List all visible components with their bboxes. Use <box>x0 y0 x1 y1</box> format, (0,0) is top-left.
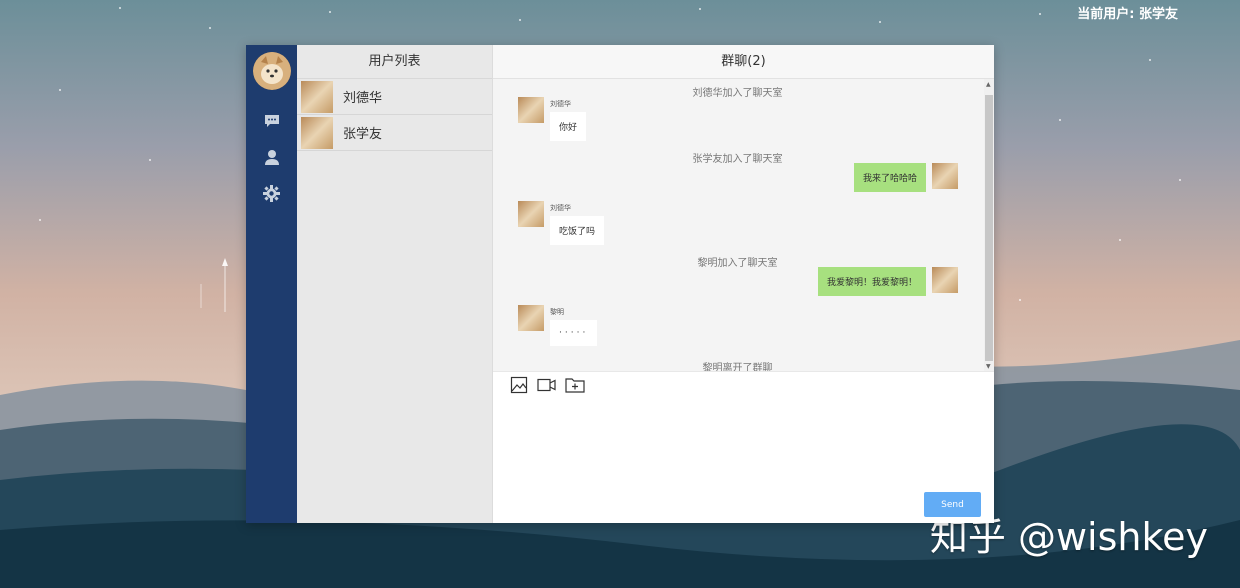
sidebar <box>246 45 297 523</box>
system-message: 黎明离开了群聊 <box>702 363 773 371</box>
avatar <box>932 163 958 189</box>
message-item: 刘德华 吃饭了吗 <box>518 201 605 245</box>
video-icon[interactable] <box>537 375 557 395</box>
message-sender: 刘德华 <box>550 100 571 108</box>
current-user-label: 当前用户: 张学友 <box>1077 7 1178 22</box>
input-toolbar <box>493 371 994 398</box>
message-sender: 黎明 <box>550 308 564 316</box>
user-list-title: 用户列表 <box>297 45 492 79</box>
avatar <box>518 97 544 123</box>
message-bubble: 吃饭了吗 <box>550 216 605 245</box>
user-name: 刘德华 <box>343 91 383 106</box>
message-bubble: ····· <box>550 320 598 346</box>
message-sender: 刘德华 <box>550 204 571 212</box>
message-bubble: 我来了哈哈哈 <box>853 163 926 192</box>
avatar <box>518 201 544 227</box>
message-item: 刘德华 你好 <box>518 97 587 141</box>
message-bubble: 我爱黎明！我爱黎明！ <box>817 267 926 296</box>
user-avatar-icon <box>301 80 333 113</box>
scroll-up-icon[interactable]: ▲ <box>986 81 991 88</box>
user-avatar-icon <box>301 116 333 149</box>
scroll-thumb[interactable] <box>985 95 993 361</box>
image-icon[interactable] <box>509 375 529 395</box>
chat-window: 用户列表 刘德华 张学友 群聊(2) 刘德华加入了聊天室 刘德华 你好 张学友加… <box>246 45 994 523</box>
send-button[interactable]: Send <box>924 492 981 517</box>
scroll-down-icon[interactable]: ▼ <box>986 363 991 370</box>
settings-icon[interactable] <box>263 184 281 202</box>
user-list-item[interactable]: 张学友 <box>297 115 492 151</box>
message-item: 黎明 ····· <box>518 305 598 346</box>
avatar[interactable] <box>252 52 291 90</box>
user-name: 张学友 <box>343 127 383 142</box>
avatar <box>518 305 544 331</box>
chat-title: 群聊(2) <box>493 45 994 79</box>
chat-icon[interactable] <box>263 112 281 130</box>
message-item: 我来了哈哈哈 <box>853 163 958 192</box>
folder-add-icon[interactable] <box>565 375 585 395</box>
avatar <box>932 267 958 293</box>
dog-avatar-icon <box>252 52 291 90</box>
scrollbar[interactable]: ▲ ▼ <box>984 79 994 371</box>
message-bubble: 你好 <box>550 112 587 141</box>
chat-panel: 群聊(2) 刘德华加入了聊天室 刘德华 你好 张学友加入了聊天室 我来了哈哈哈 … <box>493 45 994 523</box>
message-list[interactable]: 刘德华加入了聊天室 刘德华 你好 张学友加入了聊天室 我来了哈哈哈 刘德华 吃饭… <box>493 79 994 371</box>
user-list-item[interactable]: 刘德华 <box>297 79 492 115</box>
user-icon[interactable] <box>263 148 281 166</box>
user-list-panel: 用户列表 刘德华 张学友 <box>297 45 493 523</box>
message-input[interactable]: Send <box>493 398 994 523</box>
message-item: 我爱黎明！我爱黎明！ <box>817 267 958 296</box>
